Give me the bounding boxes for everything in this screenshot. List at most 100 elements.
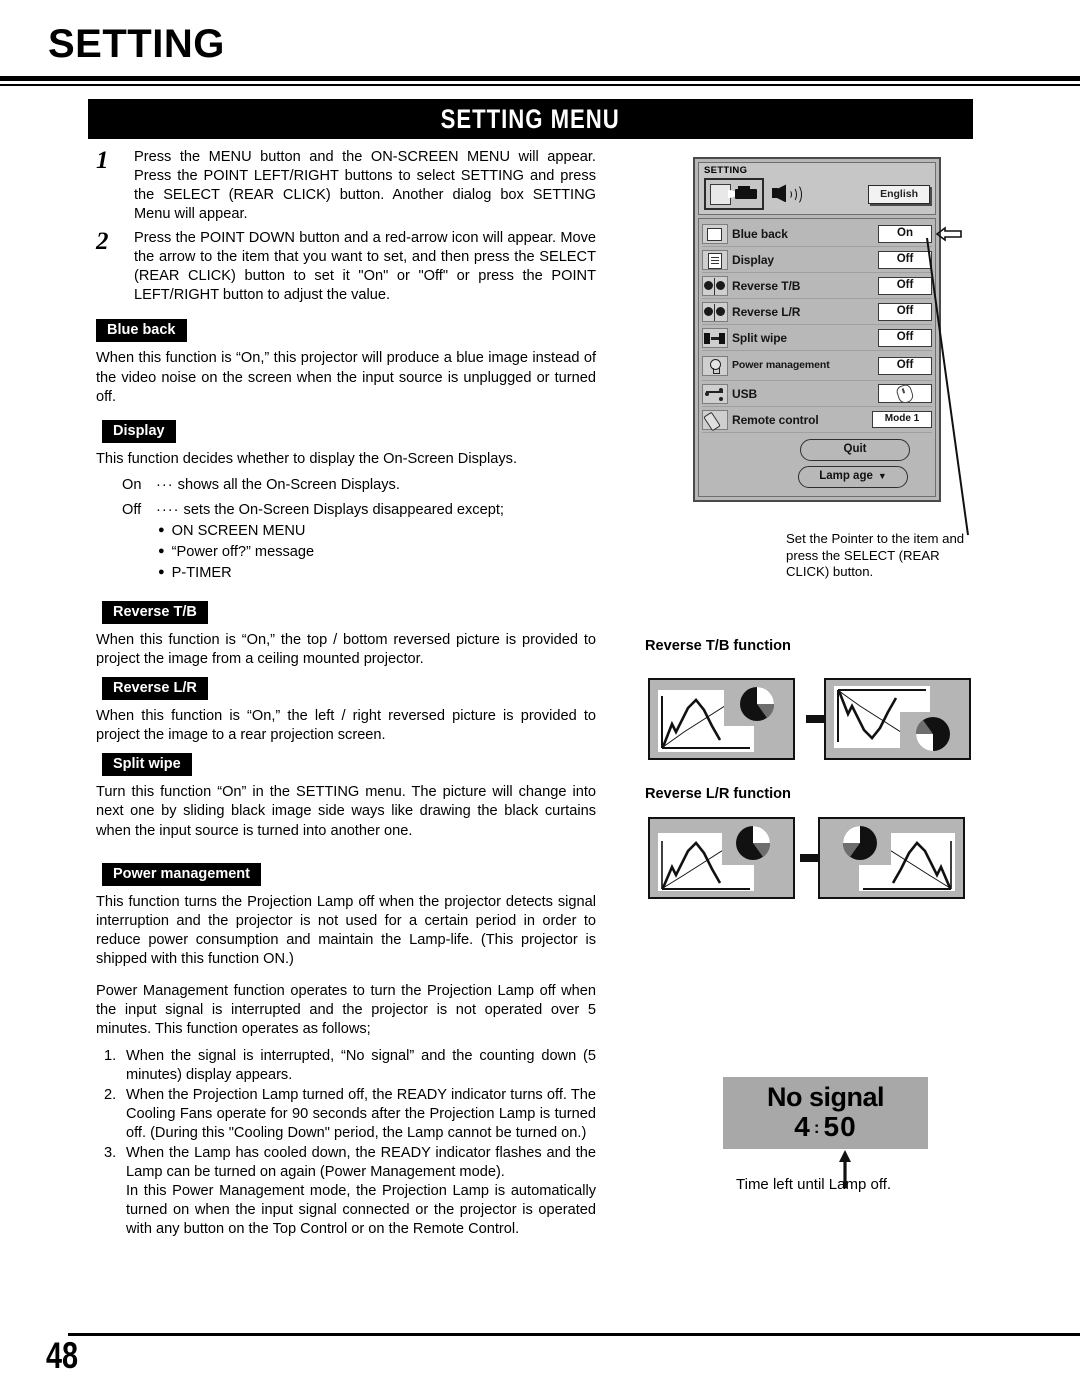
section-tag-reverse-tb: Reverse T/B	[102, 600, 208, 624]
projector-screen-icon[interactable]	[704, 178, 764, 211]
remote-body	[703, 411, 721, 432]
osd-value-power-management[interactable]: Off	[878, 356, 932, 376]
split-wipe-arrows	[711, 336, 719, 340]
pm-item-2-text: When the Lamp has cooled down, the READY…	[126, 1145, 596, 1181]
reverse-tb-face-left	[704, 280, 713, 290]
osd-row-remote-control[interactable]: Remote control Mode 1	[702, 407, 932, 434]
fig-chart-art	[661, 821, 784, 890]
pm-item-0-num: 1.	[104, 1048, 117, 1064]
pm-item-1-text: When the Projection Lamp turned off, the…	[126, 1087, 596, 1142]
list-item: 2. When the Projection Lamp turned off, …	[96, 1086, 596, 1143]
step-2-text: Press the POINT DOWN button and a red-ar…	[134, 230, 596, 304]
split-wipe-icon	[702, 327, 728, 348]
fig-chart-art	[837, 689, 966, 756]
list-item: ● P-TIMER	[158, 563, 596, 584]
section-body-display: This function decides whether to display…	[96, 450, 517, 467]
section-tag-blue-back: Blue back	[96, 319, 187, 343]
usb-icon	[702, 383, 728, 404]
osd-row-usb[interactable]: USB	[702, 381, 932, 408]
figure-reverse-tb-after	[824, 678, 971, 760]
pm-item-2-wrap: When the Lamp has cooled down, the READY…	[126, 1144, 596, 1239]
section-reverse-lr: Reverse L/R When this function is “On,” …	[96, 676, 596, 745]
countdown-colon: :	[813, 1118, 821, 1138]
osd-value-remote-control[interactable]: Mode 1	[872, 411, 932, 429]
figure-title-reverse-lr: Reverse L/R function	[645, 786, 791, 802]
split-wipe-block-right	[719, 332, 725, 344]
section-body-split-wipe: Turn this function “On” in the SETTING m…	[96, 784, 596, 839]
pm-item-1-num: 2.	[104, 1087, 117, 1104]
step-2: 2 Press the POINT DOWN button and a red-…	[96, 228, 596, 305]
osd-value-display[interactable]: Off	[878, 250, 932, 270]
bullet-icon: ●	[158, 566, 165, 579]
display-doc	[708, 252, 722, 269]
section-blue-back: Blue back When this function is “On,” th…	[96, 319, 596, 406]
reverse-lr-icon	[702, 301, 728, 322]
list-item: ● “Power off?” message	[158, 542, 596, 563]
section-tag-power-management: Power management	[102, 862, 261, 886]
osd-value-reverse-tb[interactable]: Off	[878, 276, 932, 296]
reverse-tb-face-right	[716, 280, 725, 290]
section-split-wipe: Split wipe Turn this function “On” in th…	[96, 753, 596, 840]
display-exception-list: ● ON SCREEN MENU ● “Power off?” message ● P…	[158, 521, 596, 584]
reverse-tb-icon	[702, 275, 728, 296]
section-body-power-management-2: Power Management function operates to tu…	[96, 982, 596, 1037]
step-1-number: 1	[96, 147, 109, 174]
countdown-minutes: 4	[794, 1111, 811, 1143]
screen-shape	[710, 184, 731, 206]
projector-shape	[735, 186, 757, 200]
bullet-icon: ●	[158, 524, 165, 537]
page-number: 48	[46, 1335, 79, 1376]
osd-option-list: Blue back On Display Off Reverse T/B Off…	[698, 218, 962, 497]
osd-row-power-management[interactable]: Power management Off	[702, 351, 932, 382]
osd-row-reverse-tb[interactable]: Reverse T/B Off	[702, 273, 932, 300]
osd-row-reverse-lr[interactable]: Reverse L/R Off	[702, 299, 932, 326]
display-bullet-1: “Power off?” message	[171, 544, 315, 561]
reverse-lr-face-right	[716, 306, 725, 316]
pointer-arrow-icon	[936, 226, 962, 242]
display-option-off-label: Off	[122, 502, 142, 518]
display-option-on-dots: ···	[156, 476, 174, 493]
display-option-on-label: On	[122, 476, 142, 493]
no-signal-display: No signal 4:50	[723, 1077, 928, 1149]
usb-node-left	[705, 392, 709, 397]
osd-row-display[interactable]: Display Off	[702, 247, 932, 274]
osd-value-usb-mouse-icon[interactable]	[878, 383, 932, 405]
fig-chart-art	[829, 821, 952, 890]
chapter-title: SETTING	[48, 22, 225, 66]
display-option-off-text: sets the On-Screen Displays disappeared …	[183, 502, 504, 518]
osd-label-reverse-lr: Reverse L/R	[732, 304, 801, 319]
osd-caption: Set the Pointer to the item and press th…	[786, 531, 965, 580]
section-banner-label: SETTING MENU	[440, 103, 621, 134]
left-column: 1 Press the MENU button and the ON-SCREE…	[96, 147, 596, 1240]
osd-value-split-wipe[interactable]: Off	[878, 328, 932, 348]
display-icon	[702, 249, 728, 270]
reverse-lr-axis	[714, 303, 716, 321]
osd-header: SETTING English	[698, 162, 936, 216]
header-rule-thick	[0, 76, 1080, 81]
reverse-tb-axis	[714, 277, 716, 295]
lamp-age-button[interactable]: Lamp age ▼	[798, 466, 908, 488]
language-button[interactable]: English	[868, 184, 930, 205]
quit-button[interactable]: Quit	[800, 439, 910, 462]
osd-row-split-wipe[interactable]: Split wipe Off	[702, 325, 932, 352]
blue-back-square	[707, 227, 722, 241]
section-body-reverse-tb: When this function is “On,” the top / bo…	[96, 631, 596, 667]
osd-row-blue-back[interactable]: Blue back On	[702, 221, 962, 248]
blue-back-icon	[702, 223, 728, 244]
display-bullet-2: P-TIMER	[171, 565, 232, 582]
speaker-icon[interactable]	[772, 184, 802, 206]
osd-value-blue-back[interactable]: On	[878, 224, 932, 244]
osd-setting-menu: SETTING English Blue back On Display Off…	[693, 157, 962, 502]
bullet-icon: ●	[158, 545, 165, 558]
osd-label-display: Display	[732, 252, 774, 267]
osd-header-row: English	[704, 178, 930, 211]
osd-label-split-wipe: Split wipe	[732, 330, 788, 345]
usb-node-bottom	[719, 396, 723, 401]
osd-value-reverse-lr[interactable]: Off	[878, 302, 932, 322]
remote-control-icon	[702, 409, 728, 432]
speaker-cone	[777, 184, 786, 203]
step-1: 1 Press the MENU button and the ON-SCREE…	[96, 147, 596, 224]
display-option-off-dots: ····	[156, 502, 180, 518]
power-management-icon	[702, 355, 728, 376]
osd-title: SETTING	[704, 165, 748, 176]
